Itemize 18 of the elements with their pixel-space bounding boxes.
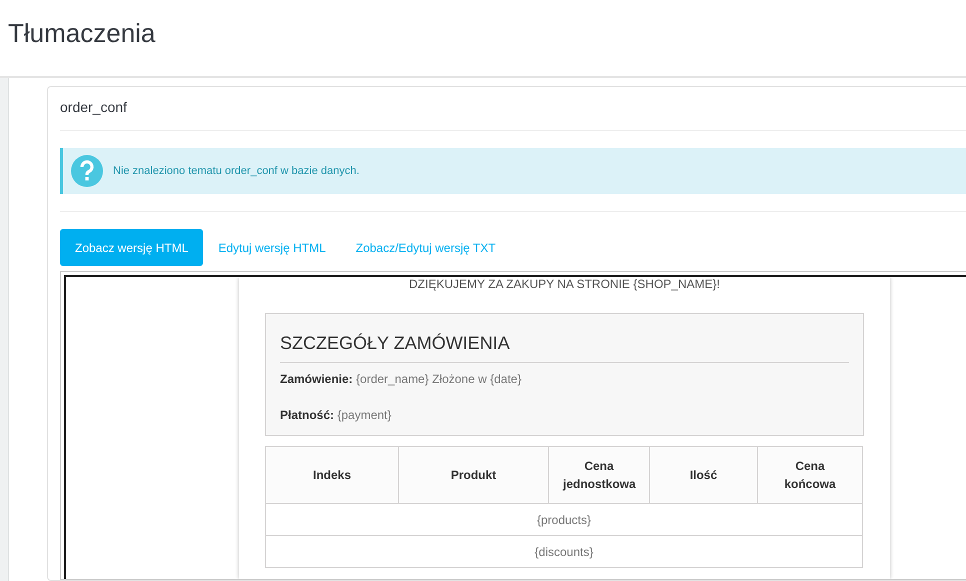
column-header: Produkt	[398, 446, 548, 504]
tab[interactable]: Zobacz wersję HTML	[60, 229, 204, 266]
details-title: SZCZEGÓŁY ZAMÓWIENIA	[280, 333, 510, 353]
column-header: Cena końcowa	[758, 446, 862, 504]
tab[interactable]: Edytuj wersję HTML	[203, 229, 341, 266]
table-cell: {discounts}	[266, 536, 862, 568]
question-icon	[71, 155, 103, 187]
detail-line: Płatność: {payment}	[280, 408, 392, 422]
table-cell: {products}	[266, 504, 862, 536]
page-title: Tłumaczenia	[8, 17, 156, 50]
greeting-text: DZIĘKUJEMY ZA ZAKUPY NA STRONIE {SHOP_NAME}!	[409, 277, 720, 291]
column-header: Ilość	[650, 446, 758, 504]
tab[interactable]: Zobacz/Edytuj wersję TXT	[340, 229, 511, 266]
panel-title: order_conf	[60, 98, 127, 117]
detail-line: Zamówienie: {order_name} Złożone w {date}	[280, 372, 522, 386]
alert-text: Nie znaleziono tematu order_conf w bazie danych.	[113, 164, 360, 179]
column-header: Indeks	[266, 446, 398, 504]
column-header: Cena jednostkowa	[548, 446, 650, 504]
